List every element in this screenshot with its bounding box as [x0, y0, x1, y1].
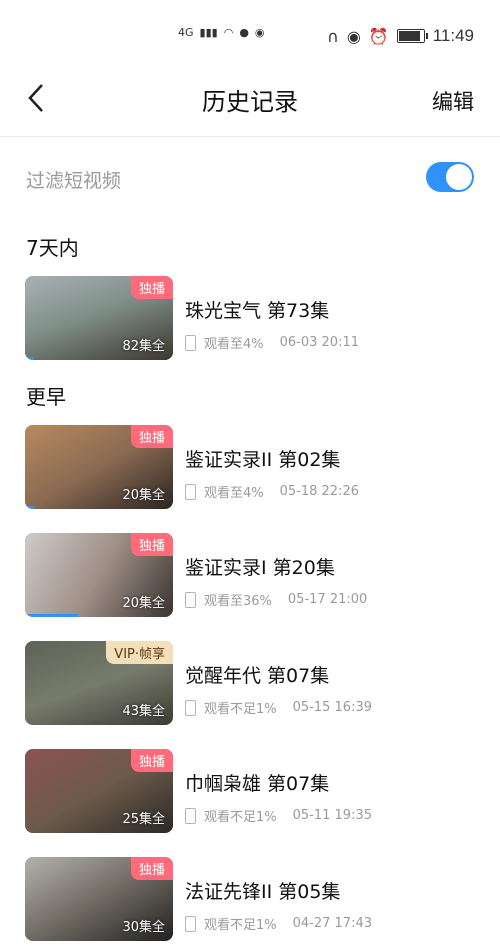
phone-icon: [185, 334, 196, 351]
item-title: 觉醒年代 第07集: [185, 665, 330, 687]
weibo-icon: ◉: [254, 26, 265, 39]
clock: 11:49: [432, 26, 474, 45]
item-meta: 观看至4% 06-03 20:11: [185, 333, 359, 352]
item-info: 珠光宝气 第73集 观看至4% 06-03 20:11: [185, 296, 359, 352]
exclusive-badge: 独播: [130, 533, 173, 556]
history-item[interactable]: 独播 82集全 珠光宝气 第73集 观看至4% 06-03 20:11: [25, 276, 475, 362]
status-right: ∩ ◉ ⏰ 11:49: [327, 26, 474, 46]
thumbnail: 独播 82集全: [25, 276, 173, 360]
history-item[interactable]: 独播 25集全 巾帼枭雄 第07集 观看不足1% 05-11 19:35: [25, 749, 475, 835]
phone-icon: [185, 483, 196, 500]
item-meta: 观看至36% 05-17 21:00: [185, 590, 367, 609]
item-meta: 观看不足1% 05-11 19:35: [185, 806, 372, 825]
signal-icon: ▮▮▮: [199, 26, 218, 39]
item-info: 巾帼枭雄 第07集 观看不足1% 05-11 19:35: [185, 769, 372, 825]
episode-count: 30集全: [122, 920, 165, 935]
watch-progress: 观看不足1%: [204, 918, 277, 933]
toggle-knob: [446, 164, 472, 190]
episode-count: 43集全: [122, 704, 165, 719]
history-item[interactable]: 独播 30集全 法证先锋II 第05集 观看不足1% 04-27 17:43: [25, 857, 475, 943]
section-earlier: 更早: [26, 385, 66, 409]
section-recent: 7天内: [26, 236, 79, 260]
exclusive-badge: 独播: [130, 425, 173, 448]
page-title: 历史记录: [202, 88, 298, 116]
item-meta: 观看不足1% 04-27 17:43: [185, 914, 372, 933]
top-bar: 历史记录 编辑: [0, 72, 500, 137]
watch-time: 06-03 20:11: [279, 335, 359, 350]
wifi-icon: ◠: [223, 26, 234, 39]
item-meta: 观看不足1% 05-15 16:39: [185, 698, 372, 717]
episode-count: 25集全: [122, 812, 165, 827]
history-item[interactable]: VIP·帧享 43集全 觉醒年代 第07集 观看不足1% 05-15 16:39: [25, 641, 475, 727]
filter-toggle[interactable]: [426, 162, 474, 192]
item-title: 鉴证实录I 第20集: [185, 557, 335, 579]
item-title: 鉴证实录II 第02集: [185, 449, 341, 471]
watch-progress: 观看不足1%: [204, 702, 277, 717]
edit-button[interactable]: 编辑: [432, 86, 474, 116]
thumbnail: VIP·帧享 43集全: [25, 641, 173, 725]
watch-progress-bar: [25, 506, 34, 509]
phone-icon: [185, 807, 196, 824]
watch-progress: 观看至4%: [204, 486, 264, 501]
watch-time: 04-27 17:43: [292, 916, 372, 931]
watch-time: 05-11 19:35: [292, 808, 372, 823]
history-item[interactable]: 独播 20集全 鉴证实录I 第20集 观看至36% 05-17 21:00: [25, 533, 475, 619]
episode-count: 20集全: [122, 596, 165, 611]
item-title: 巾帼枭雄 第07集: [185, 773, 330, 795]
watch-progress: 观看至4%: [204, 337, 264, 352]
watch-progress: 观看不足1%: [204, 810, 277, 825]
episode-count: 82集全: [122, 339, 165, 354]
battery-icon: [396, 29, 428, 43]
item-meta: 观看至4% 05-18 22:26: [185, 482, 359, 501]
item-title: 法证先锋II 第05集: [185, 881, 341, 903]
vip-badge: VIP·帧享: [106, 641, 173, 664]
watch-progress-bar: [25, 614, 79, 617]
watch-time: 05-15 16:39: [292, 700, 372, 715]
filter-label: 过滤短视频: [26, 170, 122, 192]
phone-icon: [185, 591, 196, 608]
item-title: 珠光宝气 第73集: [185, 300, 330, 322]
wechat-icon: ●: [239, 26, 249, 39]
exclusive-badge: 独播: [130, 857, 173, 880]
thumbnail: 独播 20集全: [25, 425, 173, 509]
watch-progress-bar: [25, 357, 34, 360]
network-label: 4G: [178, 26, 194, 39]
status-left: 4G ▮▮▮ ◠ ● ◉: [178, 26, 265, 39]
eye-icon: ◉: [346, 26, 361, 46]
watch-progress: 观看至36%: [204, 594, 272, 609]
item-info: 鉴证实录I 第20集 观看至36% 05-17 21:00: [185, 553, 367, 609]
watch-time: 05-18 22:26: [279, 484, 359, 499]
item-info: 法证先锋II 第05集 观看不足1% 04-27 17:43: [185, 877, 372, 933]
phone-icon: [185, 915, 196, 932]
episode-count: 20集全: [122, 488, 165, 503]
exclusive-badge: 独播: [130, 276, 173, 299]
item-info: 鉴证实录II 第02集 观看至4% 05-18 22:26: [185, 445, 359, 501]
alarm-icon: ⏰: [368, 26, 389, 46]
status-bar: 4G ▮▮▮ ◠ ● ◉ ∩ ◉ ⏰ 11:49: [0, 0, 500, 72]
headset-icon: ∩: [327, 26, 339, 46]
thumbnail: 独播 25集全: [25, 749, 173, 833]
watch-time: 05-17 21:00: [287, 592, 368, 607]
thumbnail: 独播 20集全: [25, 533, 173, 617]
exclusive-badge: 独播: [130, 749, 173, 772]
history-item[interactable]: 独播 20集全 鉴证实录II 第02集 观看至4% 05-18 22:26: [25, 425, 475, 511]
thumbnail: 独播 30集全: [25, 857, 173, 941]
item-info: 觉醒年代 第07集 观看不足1% 05-15 16:39: [185, 661, 372, 717]
filter-row: 过滤短视频: [26, 160, 474, 200]
phone-icon: [185, 699, 196, 716]
